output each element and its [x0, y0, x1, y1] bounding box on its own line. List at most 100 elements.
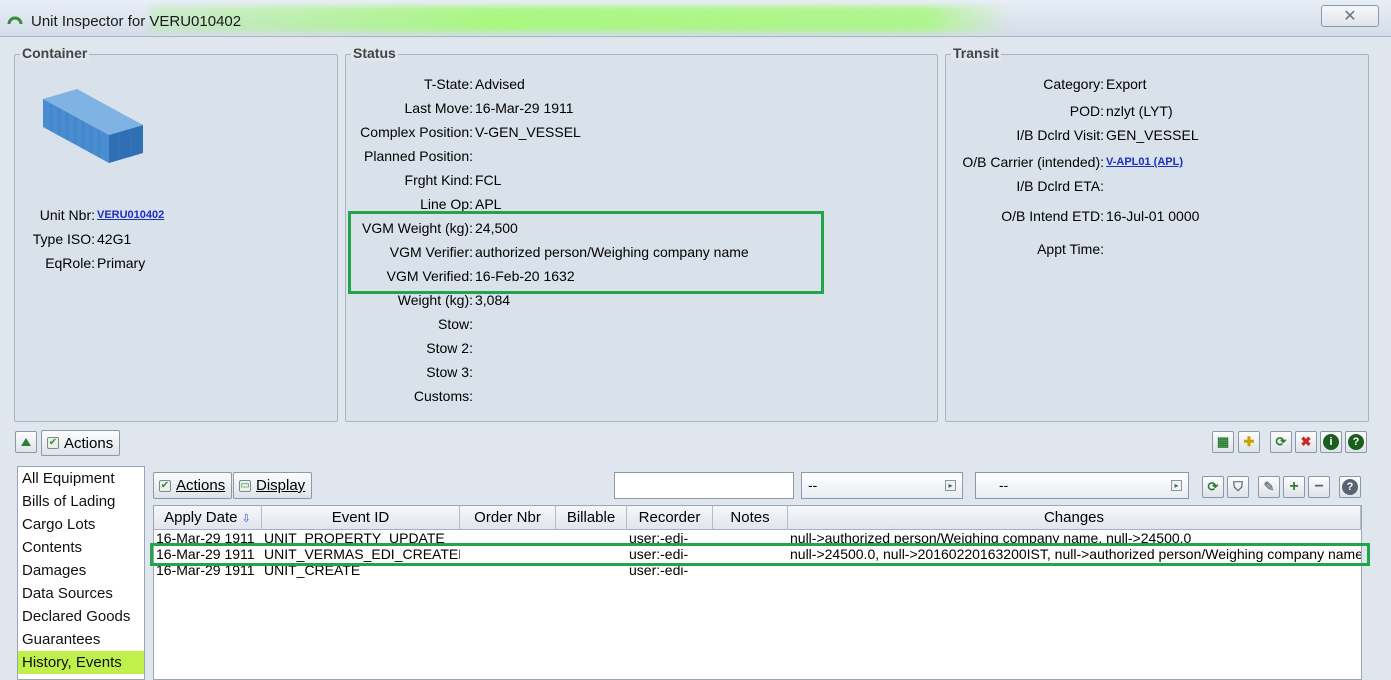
combo-1-value: --: [808, 477, 818, 493]
col-label: Apply Date: [164, 509, 238, 526]
col-label: Recorder: [638, 509, 701, 526]
grid-edit-button[interactable]: ✎: [1258, 476, 1280, 498]
status-label: T-State:: [423, 76, 473, 92]
list-item[interactable]: Guarantees: [18, 628, 144, 651]
status-label: Frght Kind:: [404, 172, 473, 188]
help-icon: ?: [1348, 434, 1364, 450]
type-iso-value: 42G1: [97, 231, 132, 247]
col-notes[interactable]: Notes: [713, 506, 788, 530]
help-button[interactable]: ?: [1345, 431, 1367, 453]
status-value: Advised: [475, 76, 525, 92]
status-label: Line Op:: [420, 196, 473, 212]
close-icon: ✕: [1343, 8, 1357, 25]
refresh-button[interactable]: ⟳: [1270, 431, 1292, 453]
app-icon: [7, 16, 23, 25]
filter-combo-2[interactable]: -- ▸: [975, 472, 1189, 499]
col-billable[interactable]: Billable: [556, 506, 627, 530]
combo-2-value: --: [999, 477, 1009, 493]
transit-value: nzlyt (LYT): [1106, 103, 1173, 119]
check-icon: ✔: [47, 437, 59, 449]
status-label: Planned Position:: [364, 148, 473, 164]
close-button[interactable]: ✕: [1321, 5, 1379, 27]
collapse-up-button[interactable]: [15, 431, 37, 453]
list-item[interactable]: Damages: [18, 559, 144, 582]
container-panel: Container Unit Nbr: VERU010402 Type ISO:…: [14, 45, 338, 422]
status-label: Stow:: [437, 316, 473, 332]
unit-nbr-link[interactable]: VERU010402: [97, 209, 164, 221]
minus-icon: −: [1314, 478, 1324, 495]
status-label: Stow 3:: [426, 364, 473, 380]
funnel-icon: ⛉: [1233, 479, 1243, 494]
events-actions-button[interactable]: ✔ Actions: [153, 472, 233, 499]
status-label: Customs:: [413, 388, 473, 404]
col-label: Event ID: [331, 509, 390, 526]
filter-input[interactable]: [614, 472, 794, 499]
help-icon: ?: [1342, 479, 1358, 495]
delete-button[interactable]: ✖: [1295, 431, 1317, 453]
vgm-highlight-box: [348, 211, 824, 294]
note-add-icon: ✚: [1243, 434, 1255, 449]
info-button[interactable]: i: [1320, 431, 1342, 453]
plus-icon: +: [1289, 478, 1299, 495]
col-recorder[interactable]: Recorder: [627, 506, 713, 530]
category-list: All Equipment Bills of Lading Cargo Lots…: [17, 466, 145, 680]
actions-button[interactable]: ✔ Actions: [41, 430, 121, 456]
type-iso-label: Type ISO:: [32, 231, 95, 247]
status-value: 3,084: [475, 292, 511, 308]
events-actions-label: Actions: [176, 477, 226, 494]
triangle-up-icon: [21, 438, 31, 446]
add-note-button[interactable]: ✚: [1238, 431, 1260, 453]
pencil-icon: ✎: [1263, 479, 1275, 494]
filter-combo-1[interactable]: -- ▸: [801, 472, 963, 499]
title-bar: Unit Inspector for VERU010402 ✕: [0, 0, 1391, 37]
eqrole-label: EqRole:: [45, 255, 95, 271]
list-item[interactable]: Contents: [18, 536, 144, 559]
status-value: FCL: [475, 172, 502, 188]
dropdown-arrow-icon: ▸: [945, 480, 956, 491]
status-value: 16-Mar-29 1911: [475, 100, 574, 116]
close-red-icon: ✖: [1300, 434, 1312, 449]
grid-filter-button[interactable]: ⛉: [1227, 476, 1249, 498]
list-item[interactable]: Cargo Lots: [18, 513, 144, 536]
grid-remove-button[interactable]: −: [1308, 476, 1330, 498]
table-header: Apply Date ⇩ Event ID Order Nbr Billable…: [154, 506, 1361, 530]
list-item[interactable]: Declared Goods: [18, 605, 144, 628]
list-item[interactable]: Data Sources: [18, 582, 144, 605]
transit-value: GEN_VESSEL: [1106, 127, 1199, 143]
grid-refresh-button[interactable]: ⟳: [1202, 476, 1224, 498]
transit-label: O/B Carrier (intended):: [962, 154, 1104, 170]
copy-button[interactable]: ▦: [1212, 431, 1234, 453]
display-button[interactable]: ▭ Display: [233, 472, 313, 499]
grid-help-button[interactable]: ?: [1339, 476, 1361, 498]
ob-carrier-link[interactable]: V-APL01 (APL): [1106, 156, 1183, 168]
grid-add-button[interactable]: +: [1283, 476, 1305, 498]
col-apply-date[interactable]: Apply Date ⇩: [154, 506, 262, 530]
transit-label: Appt Time:: [1037, 241, 1104, 257]
dropdown-arrow-icon: ▸: [1171, 480, 1182, 491]
status-label: Complex Position:: [360, 124, 473, 140]
title-highlight: [150, 6, 1010, 32]
transit-label: I/B Dclrd ETA:: [1016, 178, 1104, 194]
col-event-id[interactable]: Event ID: [262, 506, 460, 530]
transit-label: Category:: [1043, 76, 1104, 92]
display-icon: ▭: [239, 479, 251, 492]
transit-heading: Transit: [951, 45, 1001, 61]
display-label: Display: [256, 477, 306, 494]
list-item[interactable]: All Equipment: [18, 467, 144, 490]
status-label: Stow 2:: [426, 340, 473, 356]
check-icon: ✔: [159, 479, 171, 492]
refresh-icon: ⟳: [1275, 434, 1287, 449]
col-order-nbr[interactable]: Order Nbr: [460, 506, 556, 530]
col-label: Notes: [730, 509, 770, 526]
eqrole-value: Primary: [97, 255, 146, 271]
transit-label: I/B Dclrd Visit:: [1016, 127, 1104, 143]
window-title: Unit Inspector for VERU010402: [31, 13, 242, 30]
list-item[interactable]: Bills of Lading: [18, 490, 144, 513]
events-table: Apply Date ⇩ Event ID Order Nbr Billable…: [153, 505, 1362, 680]
event-row-highlight-box: [150, 543, 1370, 566]
list-item-selected[interactable]: History, Events: [18, 651, 144, 674]
col-changes[interactable]: Changes: [788, 506, 1361, 530]
transit-value: 16-Jul-01 0000: [1106, 208, 1200, 224]
copy-icon: ▦: [1216, 434, 1230, 449]
col-label: Order Nbr: [474, 509, 541, 526]
